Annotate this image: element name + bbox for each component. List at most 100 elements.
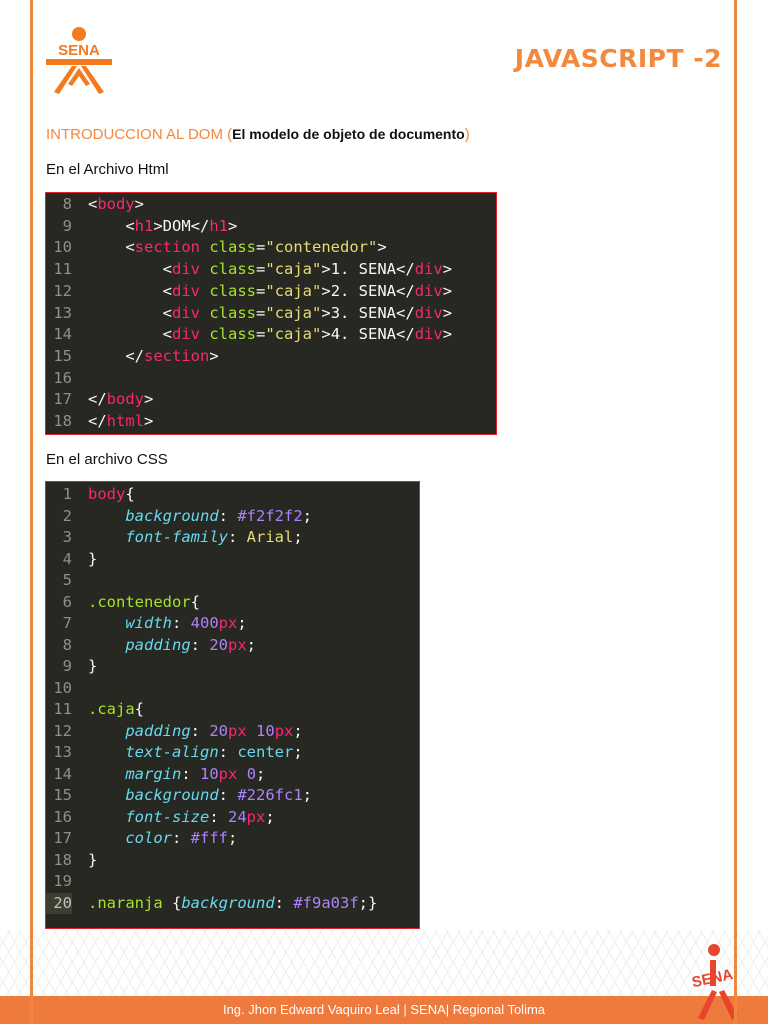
line-number: 11 bbox=[53, 700, 72, 718]
code-token: ; bbox=[302, 506, 312, 525]
code-token: < bbox=[88, 216, 135, 235]
heading-subtitle: El modelo de objeto de documento bbox=[232, 126, 465, 142]
code-token: center bbox=[237, 743, 294, 761]
code-token: = bbox=[256, 325, 266, 344]
code-token: > bbox=[144, 412, 154, 431]
code-token: > bbox=[377, 238, 387, 257]
code-token: class bbox=[209, 303, 257, 322]
code-line: 7 width: 400 px; bbox=[46, 613, 419, 635]
code-token: : bbox=[190, 721, 210, 740]
code-token: } bbox=[88, 850, 98, 869]
code-token: body bbox=[88, 485, 126, 503]
code-token: 400 bbox=[190, 614, 219, 632]
code-line: 10 bbox=[46, 678, 419, 700]
line-number: 2 bbox=[62, 506, 72, 525]
code-token: < bbox=[88, 303, 172, 322]
code-token: : bbox=[172, 829, 191, 847]
code-token: 24 bbox=[228, 807, 247, 826]
code-token: >2. SENA</ bbox=[321, 281, 415, 300]
footer-credit: Ing. Jhon Edward Vaquiro Leal | SENA| Re… bbox=[0, 996, 768, 1024]
code-token: >3. SENA</ bbox=[321, 303, 415, 322]
code-token: "caja" bbox=[265, 260, 322, 279]
code-token: div bbox=[414, 281, 443, 300]
footer-pattern bbox=[0, 930, 768, 996]
code-line: 17 </body > bbox=[46, 389, 496, 411]
code-line: 20 .naranja {background: #f9a03f;} bbox=[46, 892, 419, 914]
code-token: body bbox=[106, 390, 144, 409]
html-code-block: 8 < body >9 < h1 >DOM</h1 >10 < section class = "… bbox=[45, 192, 497, 435]
code-token: body bbox=[97, 195, 135, 213]
code-token: font-size bbox=[125, 807, 210, 826]
code-token: "caja" bbox=[265, 303, 322, 322]
code-token: 20 bbox=[209, 635, 228, 654]
line-number: 14 bbox=[53, 325, 72, 344]
code-token: Arial bbox=[246, 528, 294, 546]
code-token: > bbox=[442, 303, 453, 322]
code-token: background bbox=[181, 893, 275, 912]
code-token: div bbox=[414, 260, 443, 279]
code-token: class bbox=[209, 238, 257, 257]
code-line: 13 < div class = "caja" >3. SENA</div > bbox=[46, 303, 496, 325]
code-token: > bbox=[134, 195, 145, 213]
code-token: 20 bbox=[209, 721, 228, 740]
line-number: 18 bbox=[53, 850, 72, 869]
footer-sena-logo: SENA bbox=[690, 944, 738, 1020]
code-token: >DOM</ bbox=[153, 216, 210, 235]
code-token: ; bbox=[293, 743, 303, 761]
code-line: 15 </section > bbox=[46, 346, 496, 368]
code-line: 1 body{ bbox=[46, 484, 419, 506]
code-line: 11 .caja{ bbox=[46, 699, 419, 721]
code-token: .naranja bbox=[88, 893, 163, 912]
code-token: { bbox=[134, 700, 145, 718]
code-line: 5 bbox=[46, 570, 419, 592]
code-token: px bbox=[228, 721, 247, 740]
code-token: : bbox=[181, 764, 200, 783]
code-token: section bbox=[134, 238, 200, 257]
left-border-line bbox=[30, 0, 33, 1024]
code-token: .contenedor bbox=[88, 592, 191, 611]
html-file-label: En el Archivo Html bbox=[46, 161, 169, 178]
heading-close: ) bbox=[464, 126, 470, 143]
line-number: 9 bbox=[62, 657, 72, 675]
code-line: 8 < body > bbox=[46, 194, 496, 216]
code-token: { bbox=[190, 592, 200, 611]
code-token: 10 bbox=[256, 721, 275, 740]
code-token: px bbox=[228, 635, 247, 654]
line-number: 15 bbox=[53, 786, 72, 804]
code-line: 3 font-family: Arial; bbox=[46, 527, 419, 549]
line-number: 10 bbox=[53, 238, 72, 257]
code-token: = bbox=[256, 303, 266, 322]
code-token: ; bbox=[265, 807, 275, 826]
line-number: 11 bbox=[53, 260, 72, 279]
code-token: #f2f2f2 bbox=[237, 506, 303, 525]
code-token: : bbox=[274, 893, 294, 912]
code-token: : bbox=[218, 506, 238, 525]
line-number: 16 bbox=[53, 368, 72, 387]
code-token: 10 bbox=[200, 764, 219, 783]
line-number: 5 bbox=[62, 571, 72, 589]
css-file-label: En el archivo CSS bbox=[46, 451, 168, 468]
code-token: > bbox=[442, 260, 453, 279]
code-token: class bbox=[209, 325, 257, 344]
code-line: 2 background: #f2f2f2; bbox=[46, 506, 419, 528]
code-line: 9} bbox=[46, 656, 419, 678]
code-line: 8 padding: 20 px; bbox=[46, 635, 419, 657]
code-token: > bbox=[209, 346, 219, 365]
code-token: h1 bbox=[209, 216, 229, 235]
code-token: div bbox=[172, 325, 200, 344]
line-number: 8 bbox=[62, 195, 72, 213]
code-token: ; bbox=[293, 528, 303, 546]
line-number: 18 bbox=[53, 412, 72, 431]
svg-text:SENA: SENA bbox=[58, 42, 100, 59]
code-line: 11 < div class = "caja" >1. SENA</div > bbox=[46, 259, 496, 281]
code-token: = bbox=[256, 238, 266, 257]
code-line: 13 text-align: center; bbox=[46, 742, 419, 764]
code-token: ; bbox=[246, 635, 257, 654]
line-number: 15 bbox=[53, 346, 72, 365]
